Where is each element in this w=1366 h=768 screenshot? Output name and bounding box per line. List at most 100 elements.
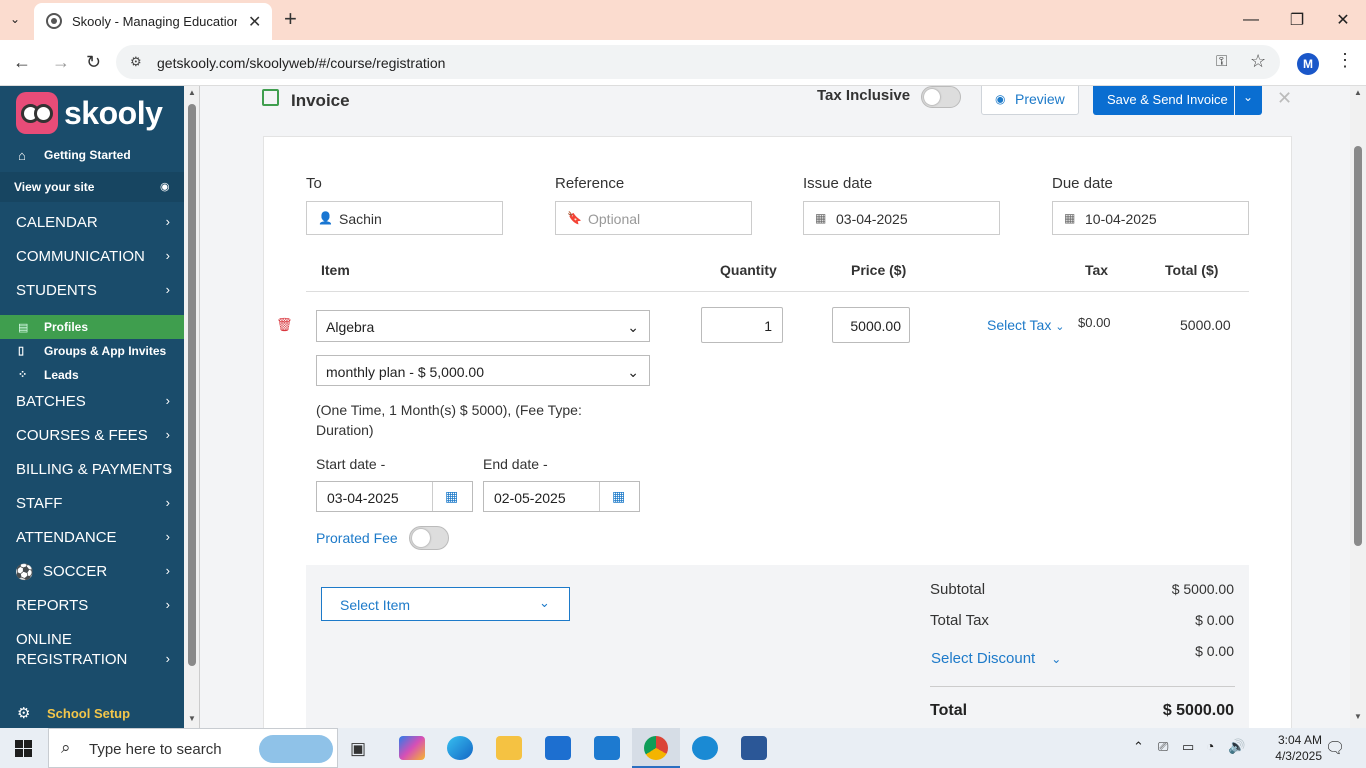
store-icon[interactable] xyxy=(545,736,571,760)
new-tab-icon[interactable]: + xyxy=(284,6,297,32)
chevron-right-icon: › xyxy=(165,529,170,544)
chevron-right-icon: › xyxy=(165,427,170,442)
sidebar-item-school-setup[interactable]: ⚙ School Setup xyxy=(0,698,184,728)
skype-icon[interactable] xyxy=(692,736,718,760)
browser-menu-icon[interactable]: ⋮ xyxy=(1336,50,1354,71)
select-discount-dropdown[interactable]: Select Discount ⌄ xyxy=(931,650,1061,667)
chevron-down-icon: ⌄ xyxy=(539,595,550,610)
tax-value: $0.00 xyxy=(1078,315,1111,330)
sidebar-item-profiles[interactable]: ▤ Profiles xyxy=(0,315,184,339)
view-site-row[interactable]: View your site ◉ xyxy=(0,172,184,202)
copilot-icon[interactable] xyxy=(399,736,425,760)
delete-icon[interactable]: 🗑 xyxy=(276,317,293,333)
reload-icon[interactable]: ↻ xyxy=(86,52,101,73)
total-tax-label: Total Tax xyxy=(930,612,989,629)
chevron-down-icon: ⌄ xyxy=(627,319,639,335)
row-total: 5000.00 xyxy=(1180,317,1231,333)
sidebar-item-online-registration[interactable]: ONLINE REGISTRATION › xyxy=(0,631,184,673)
start-date-field[interactable]: 03-04-2025 ▦ xyxy=(316,481,473,512)
subtotal-value: $ 5000.00 xyxy=(1171,581,1234,597)
home-icon: ⌂ xyxy=(18,148,26,163)
volume-icon[interactable]: 🔊 xyxy=(1228,738,1245,755)
end-date-field[interactable]: 02-05-2025 ▦ xyxy=(483,481,640,512)
url-text: getskooly.com/skoolyweb/#/course/registr… xyxy=(157,55,446,71)
task-view-icon[interactable]: ▣ xyxy=(350,739,366,759)
tab-list-chevron-icon[interactable]: ⌄ xyxy=(10,12,20,26)
issue-date-field[interactable]: ▦ 03-04-2025 xyxy=(803,201,1000,235)
windows-start-icon[interactable] xyxy=(15,740,32,757)
browser-tab[interactable]: Skooly - Managing Educational ✕ xyxy=(34,3,272,40)
save-send-button[interactable]: Save & Send Invoice xyxy=(1093,86,1234,115)
total-value: $ 5000.00 xyxy=(1162,702,1234,719)
subtotal-label: Subtotal xyxy=(930,581,986,598)
word-icon[interactable] xyxy=(741,736,767,760)
search-highlight-image xyxy=(259,735,333,763)
sidebar-scroll-thumb[interactable] xyxy=(188,104,196,666)
close-icon[interactable]: ✕ xyxy=(1277,88,1292,109)
mail-icon[interactable] xyxy=(594,736,620,760)
skooly-logo[interactable]: skooly xyxy=(16,92,163,134)
preview-button[interactable]: ◉ Preview xyxy=(981,86,1079,115)
site-info-icon[interactable]: ⚙ xyxy=(130,54,142,70)
close-tab-icon[interactable]: ✕ xyxy=(248,12,261,32)
close-window-icon[interactable]: ✕ xyxy=(1320,0,1366,40)
chevron-right-icon: › xyxy=(165,214,170,229)
sidebar-item-getting-started[interactable]: ⌂ Getting Started xyxy=(0,148,184,168)
bookmark-icon: 🔖 xyxy=(567,211,582,225)
chevron-down-icon: ⌄ xyxy=(1055,321,1065,333)
file-explorer-icon[interactable] xyxy=(496,736,522,760)
main-scrollbar[interactable]: ▲ ▼ xyxy=(1350,86,1366,728)
notifications-icon[interactable]: 🗨 xyxy=(1325,738,1345,758)
restore-icon[interactable]: ❐ xyxy=(1274,0,1320,40)
password-key-icon[interactable]: ⚿ xyxy=(1216,53,1227,70)
item-select[interactable]: Algebra ⌄ xyxy=(316,310,650,342)
owl-logo-icon xyxy=(16,92,58,134)
profile-doc-icon: ▤ xyxy=(18,322,29,334)
search-icon: ⌕ xyxy=(61,738,71,757)
bookmark-star-icon[interactable]: ☆ xyxy=(1250,51,1266,72)
divider xyxy=(930,686,1235,687)
prorated-fee-toggle[interactable] xyxy=(409,526,449,550)
main-content: Invoice Tax Inclusive ◉ Preview Save & S… xyxy=(200,86,1350,728)
chevron-right-icon: › xyxy=(165,651,170,666)
sidebar-scrollbar[interactable]: ▲ ▼ xyxy=(184,86,200,728)
taskbar-search[interactable]: ⌕ Type here to search xyxy=(48,728,338,768)
tab-title: Skooly - Managing Educational xyxy=(72,14,237,29)
edge-icon[interactable] xyxy=(447,736,473,760)
main-scroll-thumb[interactable] xyxy=(1354,146,1362,546)
meet-now-icon[interactable]: ⎚ xyxy=(1158,739,1168,755)
url-field[interactable]: ⚙ getskooly.com/skoolyweb/#/course/regis… xyxy=(116,45,1280,79)
invoice-doc-icon xyxy=(262,89,279,106)
select-tax-dropdown[interactable]: Select Tax ⌄ xyxy=(987,317,1064,333)
chevron-down-icon: ⌄ xyxy=(1051,652,1062,666)
tax-inclusive-label: Tax Inclusive xyxy=(817,87,911,104)
eye-icon: ◉ xyxy=(160,181,170,193)
eye-icon: ◉ xyxy=(995,92,1006,106)
reference-field[interactable]: 🔖 Optional xyxy=(555,201,752,235)
plan-select[interactable]: monthly plan - $ 5,000.00 ⌄ xyxy=(316,355,650,386)
back-icon[interactable]: ← xyxy=(13,52,31,73)
select-item-dropdown[interactable]: Select Item ⌄ xyxy=(321,587,570,621)
calendar-icon: ▦ xyxy=(815,211,827,225)
to-field[interactable]: 👤 Sachin xyxy=(306,201,503,235)
save-options-dropdown[interactable]: ⌄ xyxy=(1235,86,1262,115)
plan-description-line-2: Duration) xyxy=(316,422,374,438)
col-quantity: Quantity xyxy=(720,262,777,278)
network-icon[interactable]: ◔ xyxy=(1206,738,1214,754)
price-input[interactable]: 5000.00 xyxy=(832,307,910,343)
address-bar-row: ← → ↻ ⚙ getskooly.com/skoolyweb/#/course… xyxy=(0,40,1366,86)
forward-icon[interactable]: → xyxy=(52,52,70,73)
battery-icon[interactable]: ▭ xyxy=(1182,739,1194,755)
due-date-field[interactable]: ▦ 10-04-2025 xyxy=(1052,201,1249,235)
col-tax: Tax xyxy=(1085,262,1109,278)
profile-avatar[interactable]: M xyxy=(1297,53,1319,75)
phone-icon: ▯ xyxy=(18,345,25,357)
tray-chevron-up-icon[interactable]: ⌃ xyxy=(1133,739,1144,755)
calendar-icon: ▦ xyxy=(445,488,459,504)
chrome-taskbar-button[interactable] xyxy=(632,728,680,768)
clock[interactable]: 3:04 AM 4/3/2025 xyxy=(1275,732,1322,764)
quantity-input[interactable]: 1 xyxy=(701,307,783,343)
tax-inclusive-toggle[interactable] xyxy=(921,86,961,108)
chevron-right-icon: › xyxy=(165,282,170,297)
minimize-icon[interactable]: — xyxy=(1228,0,1274,40)
